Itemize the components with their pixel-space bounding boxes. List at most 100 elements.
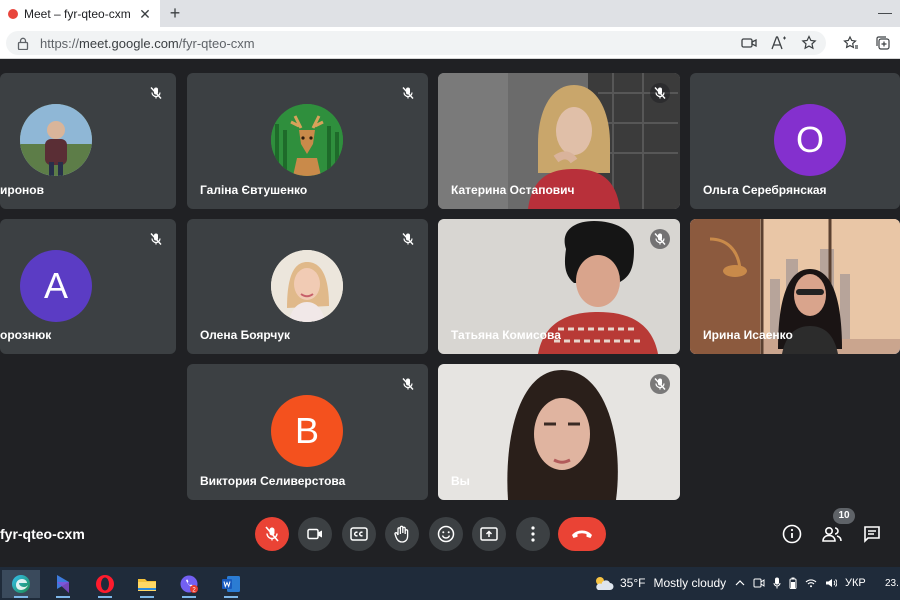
add-favorite-icon[interactable] xyxy=(800,34,818,52)
muted-mic-icon xyxy=(398,83,418,103)
emoji-icon xyxy=(437,525,455,543)
hand-icon xyxy=(394,525,409,543)
participant-video-tile[interactable]: Катерина Остапович xyxy=(438,73,680,209)
people-icon xyxy=(822,526,842,542)
participant-name: Вы xyxy=(451,474,470,488)
participant-avatar xyxy=(271,250,343,322)
taskbar-viber[interactable]: 2 xyxy=(170,570,208,598)
weather-temperature: 35°F xyxy=(620,576,646,590)
partly-cloudy-icon xyxy=(596,577,614,590)
taskbar-opera[interactable] xyxy=(86,570,124,598)
info-icon xyxy=(782,524,802,544)
word-icon xyxy=(222,576,240,592)
meeting-details-button[interactable] xyxy=(778,520,806,548)
camera-in-use-icon[interactable] xyxy=(740,34,758,52)
taskbar-clock[interactable]: 23. xyxy=(885,578,899,589)
url-host: meet.google.com xyxy=(79,35,179,51)
self-video-tile[interactable]: Вы xyxy=(438,364,680,500)
participant-name: орознюк xyxy=(0,328,52,342)
camera-toggle-button[interactable] xyxy=(298,517,332,551)
captions-button[interactable] xyxy=(342,517,376,551)
taskbar-copilot[interactable] xyxy=(44,570,82,598)
captions-icon xyxy=(350,527,368,541)
muted-mic-icon xyxy=(650,374,670,394)
favorites-icon[interactable] xyxy=(842,34,860,52)
meet-video-grid: иронов Галіна Євтушенко Катерина Остапов… xyxy=(0,59,900,567)
edge-icon xyxy=(12,575,30,593)
participant-tile[interactable]: В Виктория Селиверстова xyxy=(187,364,428,500)
mic-off-icon xyxy=(265,526,279,542)
muted-mic-icon xyxy=(650,83,670,103)
participant-avatar xyxy=(20,104,92,176)
present-icon xyxy=(480,527,498,541)
battery-icon[interactable] xyxy=(789,576,797,590)
tab-title: Meet – fyr-qteo-cxm xyxy=(24,6,131,21)
muted-mic-icon xyxy=(398,374,418,394)
viber-icon: 2 xyxy=(180,575,198,594)
muted-mic-icon xyxy=(650,229,670,249)
participant-tile[interactable]: иронов xyxy=(0,73,176,209)
tab-close-icon[interactable]: ✕ xyxy=(138,7,152,21)
microphone-in-use-icon[interactable] xyxy=(773,576,781,590)
windows-taskbar: 2 35°F Mostly cloudy УКР 23. xyxy=(0,567,900,600)
lock-icon[interactable] xyxy=(16,36,30,50)
raise-hand-button[interactable] xyxy=(385,517,419,551)
participant-name: Ирина Исаенко xyxy=(703,328,793,342)
participant-tile[interactable]: Олена Боярчук xyxy=(187,219,428,354)
address-bar: https://meet.google.com/fyr-qteo-cxm xyxy=(0,27,900,59)
meet-tray-icon[interactable] xyxy=(753,576,765,590)
participant-avatar: О xyxy=(774,104,846,176)
minimize-window-button[interactable]: — xyxy=(878,4,892,20)
weather-condition: Mostly cloudy xyxy=(653,576,727,590)
leave-call-button[interactable] xyxy=(558,517,606,551)
participant-count-badge: 10 xyxy=(833,508,855,524)
url-text: https://meet.google.com/fyr-qteo-cxm xyxy=(40,36,255,51)
muted-mic-icon xyxy=(398,229,418,249)
participant-tile[interactable]: О Ольга Серебрянская xyxy=(690,73,900,209)
people-button[interactable] xyxy=(818,520,846,548)
participant-avatar: А xyxy=(20,250,92,322)
chat-button[interactable] xyxy=(858,520,886,548)
participant-name: Татьяна Комисова xyxy=(451,328,561,342)
active-speaker-video-tile[interactable]: Ирина Исаенко xyxy=(690,219,900,354)
read-aloud-icon[interactable] xyxy=(770,34,788,52)
tab-strip: Meet – fyr-qteo-cxm ✕ + — xyxy=(0,0,900,27)
more-options-button[interactable] xyxy=(516,517,550,551)
copilot-icon xyxy=(57,575,69,593)
participant-video xyxy=(438,364,680,500)
folder-icon xyxy=(138,579,156,591)
weather-widget[interactable]: 35°F Mostly cloudy xyxy=(592,575,726,591)
muted-mic-icon xyxy=(146,83,166,103)
input-language[interactable]: УКР xyxy=(845,576,866,590)
participant-avatar xyxy=(271,104,343,176)
chevron-up-icon[interactable] xyxy=(735,576,745,590)
participant-name: Ольга Серебрянская xyxy=(703,183,827,197)
muted-mic-icon xyxy=(146,229,166,249)
participant-tile[interactable]: Галіна Євтушенко xyxy=(187,73,428,209)
present-screen-button[interactable] xyxy=(472,517,506,551)
participant-name: Галіна Євтушенко xyxy=(200,183,308,197)
meeting-controls-bar: fyr-qteo-cxm 10 xyxy=(0,508,900,567)
meet-favicon-icon xyxy=(8,8,18,19)
wifi-icon[interactable] xyxy=(805,576,817,590)
volume-icon[interactable] xyxy=(825,576,837,590)
collections-icon[interactable] xyxy=(874,34,892,52)
participant-tile[interactable]: А орознюк xyxy=(0,219,176,354)
meeting-code: fyr-qteo-cxm xyxy=(0,526,85,542)
participant-name: Олена Боярчук xyxy=(200,328,291,342)
chat-icon xyxy=(864,526,880,543)
taskbar-file-explorer[interactable] xyxy=(128,570,166,598)
taskbar-word[interactable] xyxy=(212,570,250,598)
mic-toggle-button[interactable] xyxy=(255,517,289,551)
browser-tab-meet[interactable]: Meet – fyr-qteo-cxm ✕ xyxy=(0,0,160,27)
new-tab-button[interactable]: + xyxy=(165,3,185,23)
participant-name: иронов xyxy=(0,183,44,197)
participant-name: Виктория Селиверстова xyxy=(200,474,346,488)
taskbar-edge[interactable] xyxy=(2,570,40,598)
camera-icon xyxy=(307,528,322,540)
reactions-button[interactable] xyxy=(429,517,463,551)
opera-icon xyxy=(96,575,114,593)
hang-up-icon xyxy=(572,530,592,538)
participant-video-tile[interactable]: Татьяна Комисова xyxy=(438,219,680,354)
url-omnibox[interactable]: https://meet.google.com/fyr-qteo-cxm xyxy=(6,31,826,55)
